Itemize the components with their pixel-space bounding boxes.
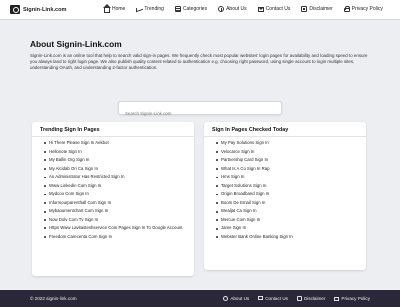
trending-link[interactable]: An Administrator Has Restricted Sign In [44, 173, 194, 182]
trending-link[interactable]: Hi There Please Sign In Aekbot [44, 139, 194, 148]
checked-link[interactable]: Webster Bank Online Banking Sign In [216, 233, 366, 242]
trending-link[interactable]: Www Linkedin Com Sign In [44, 182, 194, 191]
site-name: Signin-Link.com [23, 6, 67, 13]
about-text: Signin-Link.com is an online tool that h… [30, 53, 368, 71]
trending-list: Hi There Please Sign In Aekbot Hellonote… [32, 137, 194, 241]
trending-link[interactable]: My Ballin Org Sign In [44, 156, 194, 165]
mail-icon [258, 296, 264, 300]
categories-icon [174, 6, 181, 12]
nav-privacy[interactable]: Privacy Policy [343, 6, 383, 12]
footer-contact[interactable]: Contact Us [258, 296, 288, 301]
trending-title: Trending Sign In Pages [32, 122, 194, 137]
nav-privacy-label: Privacy Policy [351, 6, 383, 12]
checked-link[interactable]: Wealjat Ca Sign In [216, 207, 366, 216]
nav-trending[interactable]: Trending [136, 6, 164, 12]
trending-link[interactable]: Https Www Lavitasteshservice Com Pages S… [44, 224, 194, 232]
checked-link[interactable]: Target Solutions Sign In [216, 182, 366, 191]
checked-today-list: My Pay Solutions Sign In Velocarce Sign … [204, 137, 366, 242]
trending-icon [136, 6, 142, 12]
checked-link[interactable]: Velocarce Sign In [216, 148, 366, 157]
footer-about-label: About Us [230, 295, 250, 301]
footer-links: About Us Contact Us Disclaimer Privacy P… [214, 295, 370, 301]
search-box [118, 101, 282, 120]
disclaimer-icon [301, 6, 308, 12]
trending-link[interactable]: Freedom Carecenta Com Sign In [44, 233, 194, 242]
info-icon [218, 6, 225, 12]
nav-categories[interactable]: Categories [174, 6, 208, 12]
mail-icon [257, 7, 264, 12]
disclaimer-icon [296, 295, 302, 301]
main-nav: Home Trending Categories About Us Contac… [103, 3, 383, 13]
footer-contact-label: Contact Us [265, 295, 288, 301]
checked-link[interactable]: What Is A Co Sign In Rap [216, 165, 366, 174]
nav-home-label: Home [112, 6, 126, 12]
about-title: About Signin-Link.com [30, 39, 122, 49]
checked-link[interactable]: Jame Sign In [216, 224, 366, 233]
nav-trending-label: Trending [144, 6, 164, 12]
trending-link[interactable]: Now Dolv Com Tv Sign In [44, 216, 194, 225]
nav-about[interactable]: About Us [218, 6, 247, 12]
home-icon [103, 3, 111, 13]
checked-link[interactable]: Mercue Com Sign In [216, 216, 366, 225]
checked-link[interactable]: Origin Broadband Sign In [216, 190, 366, 199]
checked-link[interactable]: My Pay Solutions Sign In [216, 139, 366, 148]
nav-categories-label: Categories [182, 6, 208, 12]
search-input[interactable] [119, 107, 281, 120]
checked-link[interactable]: Hms Sign In [216, 173, 366, 182]
checked-today-card: Sign In Pages Checked Today My Pay Solut… [204, 122, 366, 270]
info-icon [223, 295, 229, 301]
footer-about[interactable]: About Us [223, 295, 250, 301]
nav-about-label: About Us [226, 6, 247, 12]
trending-link[interactable]: Hellonote Sign In [44, 148, 194, 157]
nav-disclaimer-label: Disclaimer [309, 6, 333, 12]
about-section: About Signin-Link.com Signin-Link.com is… [30, 39, 370, 71]
nav-contact-label: Contact Us [265, 6, 291, 12]
footer-privacy-label: Privacy Policy [341, 295, 370, 301]
site-footer: © 2022 signin-link.com About Us Contact … [0, 290, 400, 307]
nav-disclaimer[interactable]: Disclaimer [301, 6, 333, 12]
trending-card: Trending Sign In Pages Hi There Please S… [32, 122, 194, 276]
trending-link[interactable]: Mybaoumentchart Com Sign In [44, 207, 194, 216]
trending-link[interactable]: My Alcidab Ori Ca Sign In [44, 165, 194, 174]
nav-contact[interactable]: Contact Us [257, 6, 291, 12]
footer-disclaimer-label: Disclaimer [303, 295, 326, 301]
top-navbar: Signin-Link.com Home Trending Categories… [0, 0, 400, 20]
copyright-text: © 2022 signin-link.com [30, 295, 77, 301]
trending-link[interactable]: Mydcoo Com Sign In [44, 190, 194, 199]
lock-icon [343, 6, 351, 12]
trending-link[interactable]: Informourparenthall Com Sign In [44, 199, 194, 208]
site-logo[interactable]: Signin-Link.com [10, 4, 67, 15]
checked-link[interactable]: Boom De Email Sign In [216, 199, 366, 208]
checked-link[interactable]: Partnership Card Sign In [216, 156, 366, 165]
logo-icon [10, 5, 20, 14]
footer-disclaimer[interactable]: Disclaimer [296, 295, 326, 301]
nav-home[interactable]: Home [103, 3, 126, 13]
checked-today-title: Sign In Pages Checked Today [204, 122, 366, 137]
footer-privacy[interactable]: Privacy Policy [334, 296, 370, 301]
lock-icon [334, 297, 340, 301]
